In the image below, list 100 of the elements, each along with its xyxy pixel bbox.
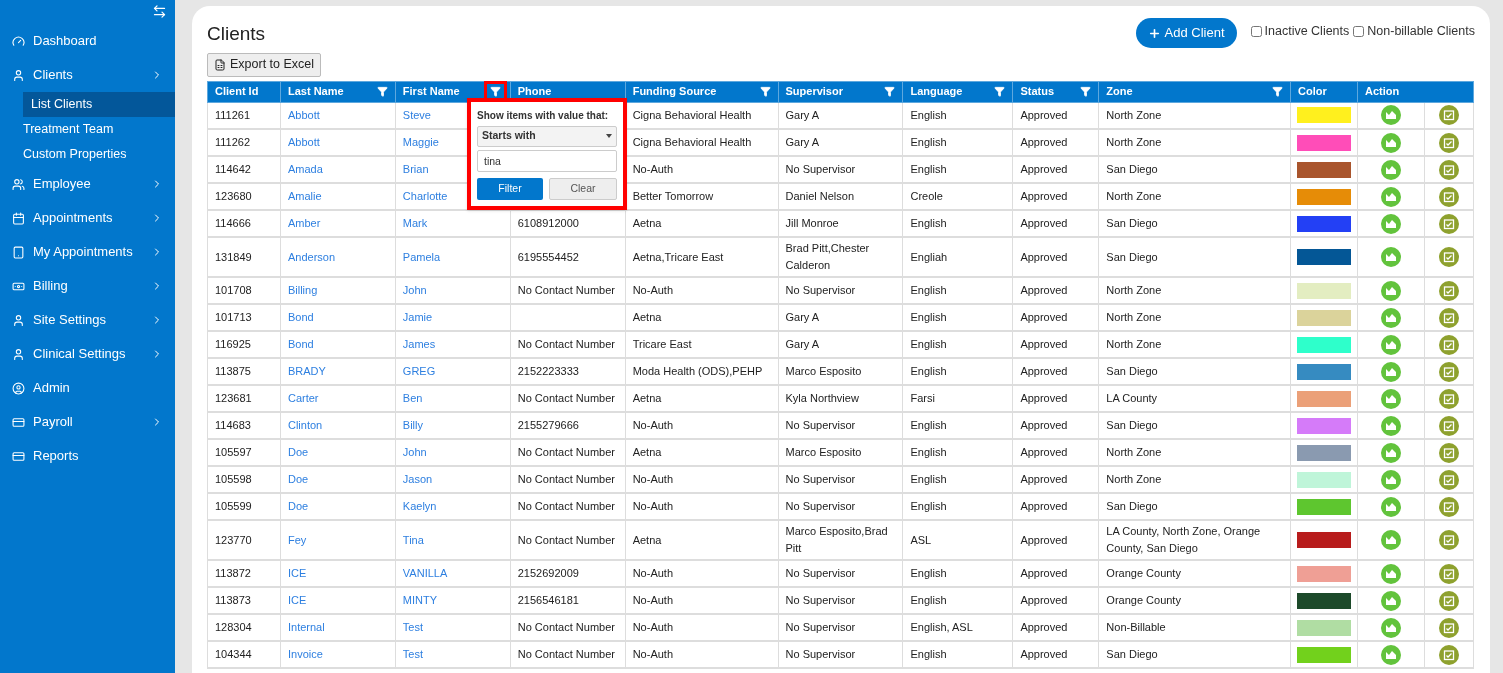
first-name-link[interactable]: Tina bbox=[395, 520, 511, 560]
last-name-link[interactable]: Anderson bbox=[280, 237, 396, 277]
sidebar-item[interactable]: My Appointments bbox=[0, 235, 175, 269]
last-name-link[interactable]: Bond bbox=[280, 304, 396, 331]
calendar-check-icon[interactable] bbox=[1439, 388, 1459, 409]
chart-icon[interactable] bbox=[1381, 644, 1401, 665]
last-name-link[interactable]: Doe bbox=[280, 439, 396, 466]
column-header[interactable]: Client Id bbox=[207, 81, 281, 102]
sidebar-item[interactable]: Admin bbox=[0, 371, 175, 405]
calendar-check-icon[interactable] bbox=[1439, 105, 1459, 126]
first-name-link[interactable]: Test bbox=[395, 614, 511, 641]
calendar-check-icon[interactable] bbox=[1439, 644, 1459, 665]
last-name-link[interactable]: Amada bbox=[280, 156, 396, 183]
operator-dropdown[interactable]: Starts with bbox=[477, 125, 617, 147]
toggle-icon[interactable] bbox=[152, 4, 167, 19]
calendar-check-icon[interactable] bbox=[1439, 617, 1459, 638]
first-name-link[interactable]: James bbox=[395, 331, 511, 358]
column-header[interactable]: Color bbox=[1290, 81, 1358, 102]
sidebar-item[interactable]: Billing bbox=[0, 269, 175, 303]
sidebar-item[interactable]: Employee bbox=[0, 167, 175, 201]
first-name-link[interactable]: MINTY bbox=[395, 587, 511, 614]
first-name-link[interactable]: VANILLA bbox=[395, 560, 511, 587]
last-name-link[interactable]: Abbott bbox=[280, 129, 396, 156]
last-name-link[interactable]: BRADY bbox=[280, 358, 396, 385]
chart-icon[interactable] bbox=[1381, 442, 1401, 463]
sidebar-item[interactable]: Dashboard bbox=[0, 24, 175, 58]
chart-icon[interactable] bbox=[1381, 132, 1401, 153]
first-name-link[interactable]: Pamela bbox=[395, 237, 511, 277]
chart-icon[interactable] bbox=[1381, 159, 1401, 180]
calendar-check-icon[interactable] bbox=[1439, 415, 1459, 436]
last-name-link[interactable]: Internal bbox=[280, 614, 396, 641]
calendar-check-icon[interactable] bbox=[1439, 159, 1459, 180]
last-name-link[interactable]: Doe bbox=[280, 493, 396, 520]
calendar-check-icon[interactable] bbox=[1439, 496, 1459, 517]
sidebar-item[interactable]: Site Settings bbox=[0, 303, 175, 337]
sidebar-item[interactable]: Appointments bbox=[0, 201, 175, 235]
calendar-check-icon[interactable] bbox=[1439, 213, 1459, 234]
first-name-link[interactable]: Jason bbox=[395, 466, 511, 493]
sidebar-item[interactable]: Payroll bbox=[0, 405, 175, 439]
calendar-check-icon[interactable] bbox=[1439, 563, 1459, 584]
chart-icon[interactable] bbox=[1381, 105, 1401, 126]
export-button[interactable]: Export to Excel bbox=[207, 52, 322, 77]
clear-button[interactable]: Clear bbox=[549, 177, 617, 200]
column-header[interactable]: Last Name bbox=[280, 81, 396, 102]
chart-icon[interactable] bbox=[1381, 530, 1401, 550]
filter-button[interactable]: Filter bbox=[477, 177, 543, 200]
chart-icon[interactable] bbox=[1381, 496, 1401, 517]
calendar-check-icon[interactable] bbox=[1439, 442, 1459, 463]
calendar-check-icon[interactable] bbox=[1439, 530, 1459, 550]
last-name-link[interactable]: ICE bbox=[280, 587, 396, 614]
calendar-check-icon[interactable] bbox=[1439, 186, 1459, 207]
chart-icon[interactable] bbox=[1381, 247, 1401, 267]
first-name-link[interactable]: Billy bbox=[395, 412, 511, 439]
chart-icon[interactable] bbox=[1381, 617, 1401, 638]
last-name-link[interactable]: Abbott bbox=[280, 102, 396, 129]
calendar-check-icon[interactable] bbox=[1439, 590, 1459, 611]
sidebar-subitem[interactable]: Custom Properties bbox=[0, 142, 175, 167]
last-name-link[interactable]: Clinton bbox=[280, 412, 396, 439]
checkbox[interactable] bbox=[1353, 25, 1365, 37]
first-name-link[interactable]: Kaelyn bbox=[395, 493, 511, 520]
last-name-link[interactable]: Bond bbox=[280, 331, 396, 358]
first-name-link[interactable]: GREG bbox=[395, 358, 511, 385]
sidebar-item[interactable]: Reports bbox=[0, 439, 175, 473]
calendar-check-icon[interactable] bbox=[1439, 334, 1459, 355]
last-name-link[interactable]: Amber bbox=[280, 210, 396, 237]
chart-icon[interactable] bbox=[1381, 334, 1401, 355]
chart-icon[interactable] bbox=[1381, 186, 1401, 207]
last-name-link[interactable]: Carter bbox=[280, 385, 396, 412]
calendar-check-icon[interactable] bbox=[1439, 307, 1459, 328]
last-name-link[interactable]: Doe bbox=[280, 466, 396, 493]
column-header[interactable]: Supervisor bbox=[778, 81, 903, 102]
chart-icon[interactable] bbox=[1381, 361, 1401, 382]
first-name-link[interactable]: Jamie bbox=[395, 304, 511, 331]
calendar-check-icon[interactable] bbox=[1439, 132, 1459, 153]
chart-icon[interactable] bbox=[1381, 280, 1401, 301]
first-name-link[interactable]: Ben bbox=[395, 385, 511, 412]
chart-icon[interactable] bbox=[1381, 563, 1401, 584]
chart-icon[interactable] bbox=[1381, 307, 1401, 328]
last-name-link[interactable]: Fey bbox=[280, 520, 396, 560]
sidebar-item[interactable]: Clinical Settings bbox=[0, 337, 175, 371]
chart-icon[interactable] bbox=[1381, 469, 1401, 490]
calendar-check-icon[interactable] bbox=[1439, 247, 1459, 267]
last-name-link[interactable]: Amalie bbox=[280, 183, 396, 210]
column-header[interactable]: Action bbox=[1357, 81, 1474, 102]
checkbox[interactable] bbox=[1250, 25, 1262, 37]
first-name-link[interactable]: Test bbox=[395, 641, 511, 668]
chart-icon[interactable] bbox=[1381, 388, 1401, 409]
last-name-link[interactable]: ICE bbox=[280, 560, 396, 587]
calendar-check-icon[interactable] bbox=[1439, 469, 1459, 490]
calendar-check-icon[interactable] bbox=[1439, 361, 1459, 382]
sidebar-subitem[interactable]: List Clients bbox=[23, 92, 175, 117]
first-name-link[interactable]: John bbox=[395, 439, 511, 466]
last-name-link[interactable]: Billing bbox=[280, 277, 396, 304]
chart-icon[interactable] bbox=[1381, 213, 1401, 234]
add-client-button[interactable]: Add Client bbox=[1135, 18, 1237, 48]
first-name-link[interactable]: John bbox=[395, 277, 511, 304]
column-header[interactable]: Funding Source bbox=[625, 81, 778, 102]
last-name-link[interactable]: Invoice bbox=[280, 641, 396, 668]
sidebar-item[interactable]: Clients bbox=[0, 58, 175, 92]
sidebar-subitem[interactable]: Treatment Team bbox=[0, 117, 175, 142]
